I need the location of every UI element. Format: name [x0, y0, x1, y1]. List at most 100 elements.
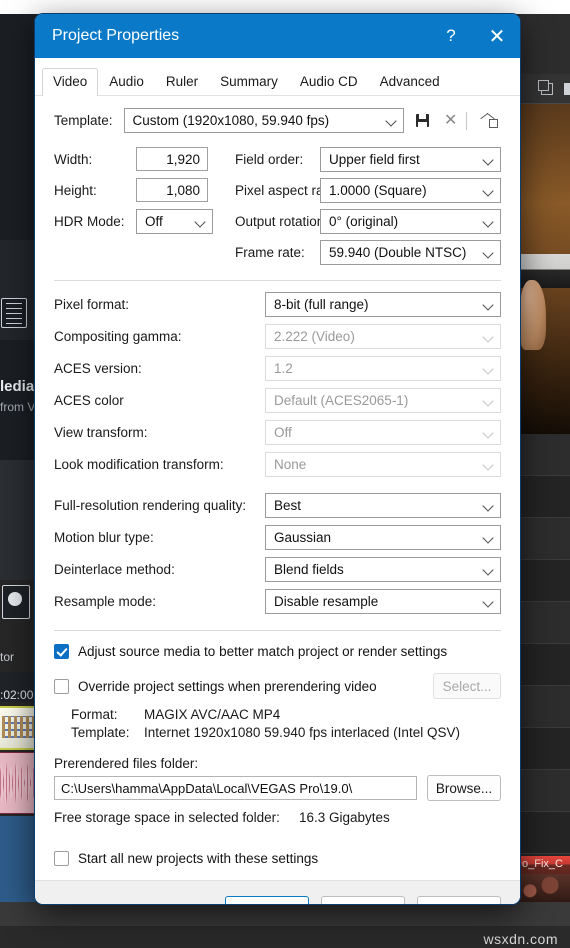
frame-rate-value: 59.940 (Double NTSC)	[329, 245, 467, 260]
free-storage-row: Free storage space in selected folder: 1…	[54, 810, 501, 825]
save-template-button[interactable]	[411, 110, 433, 132]
prerendered-files-folder-label: Prerendered files folder:	[54, 756, 199, 771]
deinterlace-method-select[interactable]: Blend fields	[265, 557, 501, 582]
look-modification-transform-label: Look modification transform:	[54, 457, 224, 472]
background-right-bar	[520, 14, 570, 74]
resample-mode-select[interactable]: Disable resample	[265, 589, 501, 614]
dialog-footer: OK Cancel Apply	[35, 880, 520, 904]
background-monitor-label: tor	[0, 650, 15, 664]
width-input[interactable]: 1,920	[136, 147, 208, 171]
template-label: Template:	[54, 113, 113, 128]
chevron-down-icon	[484, 597, 494, 607]
motion-blur-type-select[interactable]: Gaussian	[265, 525, 501, 550]
prerender-template-key: Template:	[71, 725, 130, 740]
preview-hand	[520, 280, 546, 350]
frame-rate-select[interactable]: 59.940 (Double NTSC)	[320, 240, 501, 265]
chevron-down-icon	[387, 116, 397, 126]
chevron-down-icon	[484, 217, 494, 227]
output-rotation-value: 0° (original)	[329, 214, 399, 229]
chevron-down-icon	[484, 332, 494, 342]
compositing-gamma-select: 2.222 (Video)	[265, 324, 501, 349]
divider-1	[54, 280, 501, 281]
aces-version-select: 1.2	[265, 356, 501, 381]
pixel-aspect-ratio-select[interactable]: 1.0000 (Square)	[320, 178, 501, 203]
prerender-template-value: Internet 1920x1080 59.940 fps interlaced…	[144, 725, 460, 740]
template-select-value: Custom (1920x1080, 59.940 fps)	[132, 113, 330, 128]
tab-audio-cd[interactable]: Audio CD	[289, 68, 369, 95]
prerendered-files-folder-input[interactable]: C:\Users\hamma\AppData\Local\VEGAS Pro\1…	[54, 776, 417, 800]
hdr-mode-select[interactable]: Off	[136, 209, 213, 234]
tab-advanced[interactable]: Advanced	[369, 68, 451, 95]
chevron-down-icon	[484, 565, 494, 575]
chevron-down-icon	[484, 396, 494, 406]
pixel-format-select[interactable]: 8-bit (full range)	[265, 292, 501, 317]
field-order-select[interactable]: Upper field first	[320, 147, 501, 172]
browse-button[interactable]: Browse...	[427, 775, 501, 801]
prerendered-files-folder-row: C:\Users\hamma\AppData\Local\VEGAS Pro\1…	[54, 775, 501, 801]
dialog-title: Project Properties	[52, 27, 180, 44]
chevron-down-icon	[484, 186, 494, 196]
cancel-button[interactable]: Cancel	[321, 896, 405, 904]
free-storage-label: Free storage space in selected folder:	[54, 810, 280, 825]
aces-version-label: ACES version:	[54, 361, 142, 376]
frame-rate-label: Frame rate:	[235, 245, 305, 260]
delete-template-button[interactable]: ✕	[440, 110, 462, 132]
full-resolution-rendering-quality-row: Full-resolution rendering quality: Best	[54, 493, 501, 518]
deinterlace-method-value: Blend fields	[274, 562, 344, 577]
height-value: 1,080	[166, 182, 200, 198]
aces-color-row: ACES color Default (ACES2065-1)	[54, 388, 501, 413]
adjust-source-media-row[interactable]: Adjust source media to better match proj…	[54, 644, 501, 659]
tab-audio[interactable]: Audio	[98, 68, 155, 95]
dialog-title-bar[interactable]: Project Properties ? ✕	[35, 14, 520, 58]
override-project-settings-checkbox[interactable]	[54, 678, 69, 694]
start-all-projects-row[interactable]: Start all new projects with these settin…	[54, 851, 501, 866]
view-transform-label: View transform:	[54, 425, 148, 440]
adjust-source-media-checkbox[interactable]	[54, 644, 69, 659]
background-timeline-clip: o_Fix_C	[520, 856, 570, 902]
help-button[interactable]: ?	[428, 14, 474, 58]
watermark: wsxdn.com	[483, 931, 558, 947]
pixel-format-value: 8-bit (full range)	[274, 297, 369, 312]
height-label: Height:	[54, 183, 97, 198]
tab-ruler[interactable]: Ruler	[155, 68, 209, 95]
background-timecode: :02:00	[0, 688, 34, 702]
hdr-mode-label: HDR Mode:	[54, 214, 125, 229]
dimensions-grid: Width: 1,920 Height: 1,080 HDR Mode: Off…	[54, 146, 501, 266]
document-icon	[1, 298, 27, 328]
prerendered-files-folder-value: C:\Users\hamma\AppData\Local\VEGAS Pro\1…	[61, 780, 353, 796]
chevron-down-icon	[196, 217, 206, 227]
aces-color-select: Default (ACES2065-1)	[265, 388, 501, 413]
template-select[interactable]: Custom (1920x1080, 59.940 fps)	[123, 108, 405, 133]
chevron-down-icon	[484, 460, 494, 470]
width-label: Width:	[54, 152, 93, 167]
close-button[interactable]: ✕	[474, 14, 520, 58]
start-all-projects-checkbox[interactable]	[54, 851, 69, 866]
field-order-value: Upper field first	[329, 152, 420, 167]
project-properties-dialog: Project Properties ? ✕ Video Audio Ruler…	[35, 14, 520, 904]
aces-version-row: ACES version: 1.2	[54, 356, 501, 381]
override-project-settings-row[interactable]: Override project settings when prerender…	[54, 673, 501, 699]
save-icon	[415, 114, 429, 127]
apply-button[interactable]: Apply	[417, 896, 501, 904]
tab-video[interactable]: Video	[42, 68, 99, 96]
height-input[interactable]: 1,080	[136, 178, 208, 202]
chevron-down-icon	[484, 155, 494, 165]
match-media-settings-button[interactable]	[479, 110, 501, 132]
copy-icon	[538, 80, 553, 95]
chevron-down-icon	[484, 248, 494, 258]
pixel-aspect-ratio-value: 1.0000 (Square)	[329, 183, 427, 198]
background-top-strip	[0, 0, 570, 14]
full-resolution-rendering-quality-select[interactable]: Best	[265, 493, 501, 518]
resample-mode-value: Disable resample	[274, 594, 379, 609]
output-rotation-select[interactable]: 0° (original)	[320, 209, 501, 234]
look-modification-transform-value: None	[274, 457, 307, 472]
motion-blur-type-value: Gaussian	[274, 530, 332, 545]
ok-button[interactable]: OK	[225, 896, 309, 904]
aces-color-value: Default (ACES2065-1)	[274, 393, 409, 408]
compositing-gamma-label: Compositing gamma:	[54, 329, 182, 344]
width-value: 1,920	[166, 151, 200, 167]
tab-summary[interactable]: Summary	[209, 68, 289, 95]
view-transform-select: Off	[265, 420, 501, 445]
compositing-gamma-row: Compositing gamma: 2.222 (Video)	[54, 324, 501, 349]
